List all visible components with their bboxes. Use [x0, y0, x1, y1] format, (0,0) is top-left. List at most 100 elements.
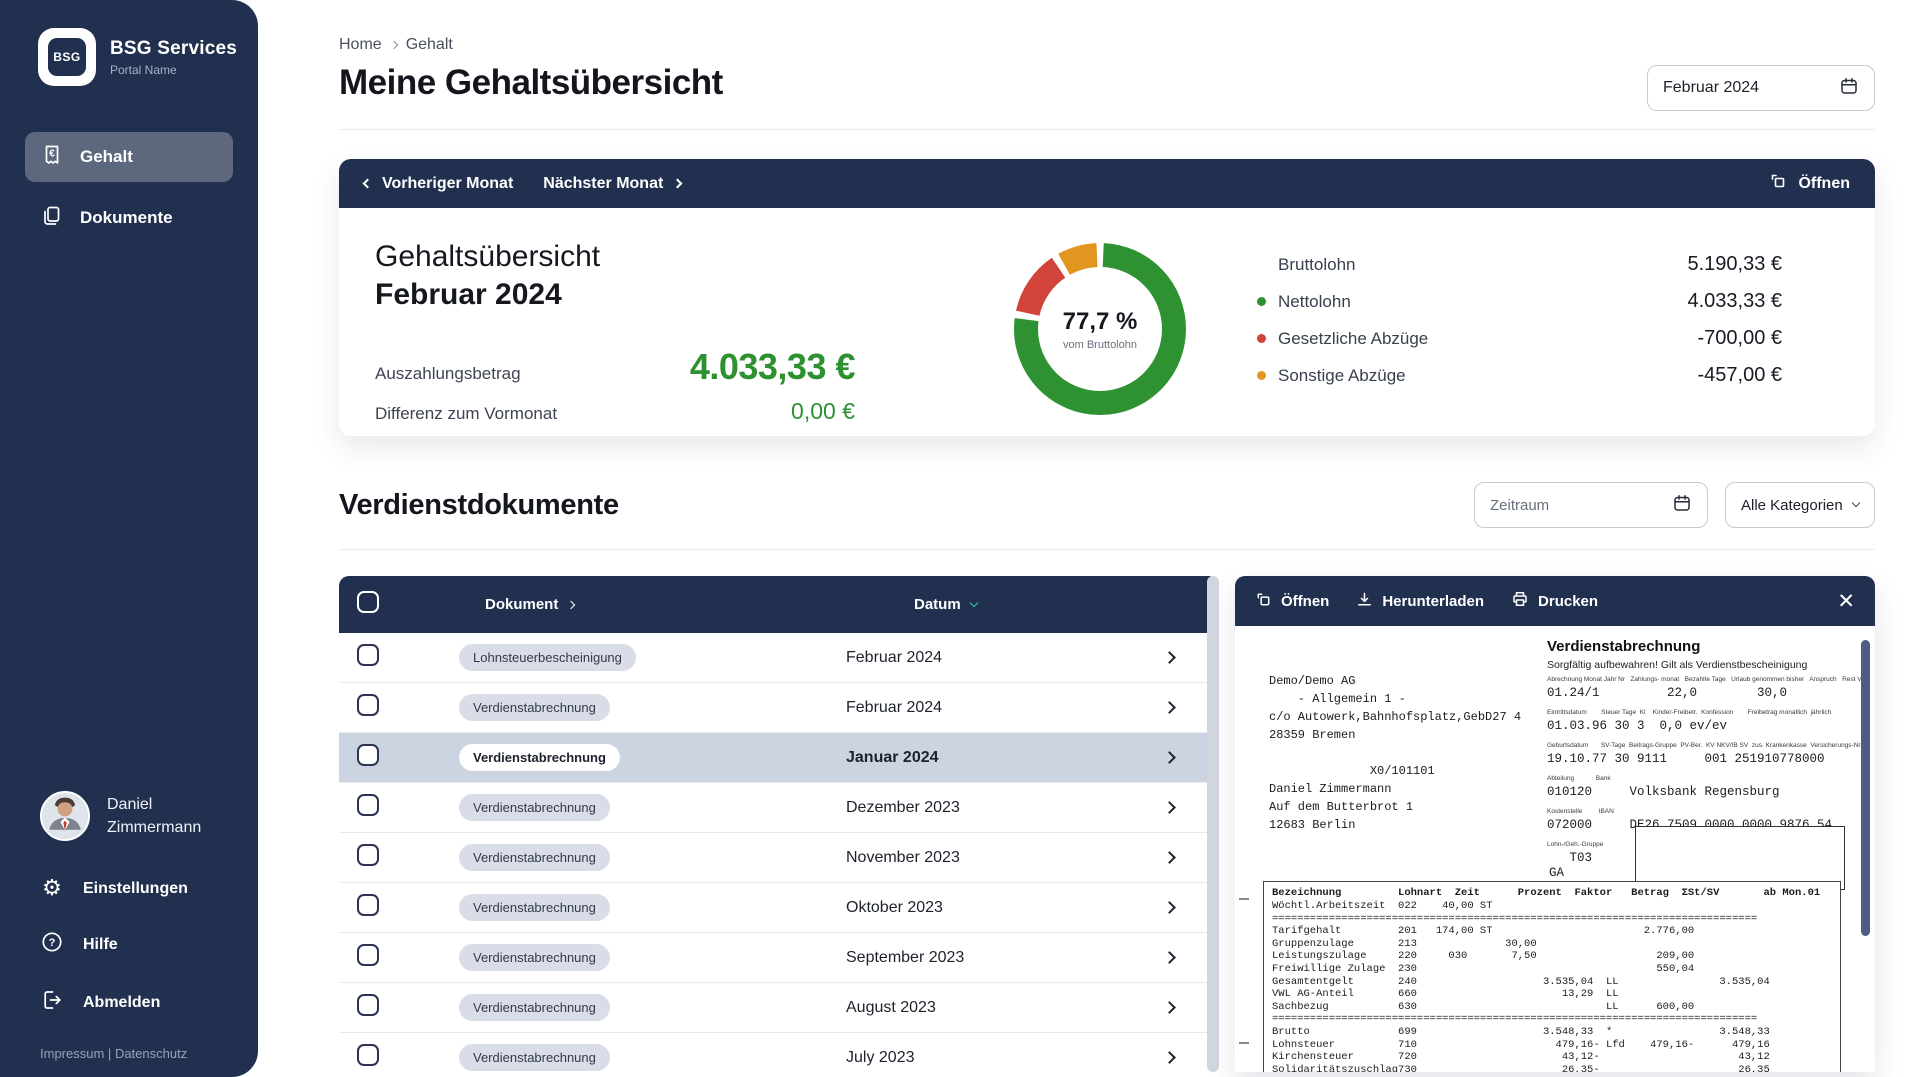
- payslip-address-block: Demo/Demo AG - Allgemein 1 -c/o Autowerk…: [1269, 672, 1521, 834]
- legend-row: Gesetzliche Abzüge -700,00 €: [1257, 320, 1782, 357]
- sidebar-item-abmelden[interactable]: Abmelden: [40, 988, 238, 1017]
- chevron-down-icon: [1852, 499, 1860, 507]
- document-date: Februar 2024: [794, 649, 1131, 667]
- chevron-right-icon: [1163, 651, 1176, 664]
- brand: BSG BSG Services Portal Name: [0, 0, 258, 86]
- sidebar-item-dokumente[interactable]: Dokumente: [25, 193, 233, 243]
- row-checkbox[interactable]: [357, 894, 379, 916]
- print-button[interactable]: Drucken: [1511, 590, 1598, 612]
- download-icon: [1356, 591, 1373, 612]
- documents-icon: [40, 204, 64, 233]
- document-type-badge: Verdienstabrechnung: [459, 694, 610, 721]
- payslip-info-row: Abrechnung Monat Jahr Nr Zahlungs- monat…: [1547, 676, 1863, 701]
- legend-row: Bruttolohn 5.190,33 €: [1257, 246, 1782, 283]
- open-document-button[interactable]: Öffnen: [1255, 591, 1329, 612]
- payslip-preview: Verdienstabrechnung Sorgfältig aufbewahr…: [1235, 626, 1875, 1072]
- table-row[interactable]: Verdienstabrechnung July 2023: [339, 1033, 1219, 1072]
- preview-scrollbar[interactable]: [1861, 640, 1870, 936]
- table-row[interactable]: Verdienstabrechnung Oktober 2023: [339, 883, 1219, 933]
- document-type-badge: Verdienstabrechnung: [459, 794, 610, 821]
- brand-name: BSG Services: [110, 38, 237, 60]
- table-row[interactable]: Verdienstabrechnung Februar 2024: [339, 683, 1219, 733]
- fold-mark: [1239, 1042, 1249, 1044]
- user-name: Daniel Zimmermann: [107, 793, 201, 839]
- document-type-badge: Verdienstabrechnung: [459, 744, 620, 771]
- payslip-title: Verdienstabrechnung: [1547, 638, 1700, 655]
- receipt-euro-icon: €: [40, 143, 64, 172]
- row-checkbox[interactable]: [357, 844, 379, 866]
- row-checkbox[interactable]: [357, 694, 379, 716]
- open-external-icon: [1255, 591, 1272, 612]
- chevron-right-icon: [1163, 951, 1176, 964]
- payslip-table: Bezeichnung Lohnart Zeit Prozent Faktor …: [1263, 881, 1841, 1072]
- download-button[interactable]: Herunterladen: [1356, 591, 1484, 612]
- row-checkbox[interactable]: [357, 944, 379, 966]
- overview-title: Gehaltsübersicht Februar 2024: [375, 238, 855, 314]
- chevron-right-icon: [1163, 1001, 1176, 1014]
- category-filter-dropdown[interactable]: Alle Kategorien: [1725, 482, 1875, 528]
- table-header-row: Dokument Datum: [339, 576, 1219, 633]
- user-profile[interactable]: Daniel Zimmermann: [40, 791, 238, 841]
- payslip-info-row: Abteilung Bank 010120 Volksbank Regensbu…: [1547, 775, 1863, 800]
- document-type-badge: Verdienstabrechnung: [459, 994, 610, 1021]
- next-month-button[interactable]: Nächster Monat: [543, 175, 681, 193]
- document-date: Februar 2024: [794, 699, 1131, 717]
- chevron-right-icon: [389, 41, 397, 49]
- table-row[interactable]: Verdienstabrechnung Januar 2024: [339, 733, 1219, 783]
- brand-subtitle: Portal Name: [110, 63, 237, 77]
- payslip-info-row: Geburtsdatum SV-Tage Beitrags-Gruppe PV-…: [1547, 742, 1863, 767]
- previous-month-button[interactable]: Vorheriger Monat: [364, 175, 513, 193]
- document-date: Januar 2024: [794, 749, 1131, 767]
- sidebar-item-einstellungen[interactable]: ⚙ Einstellungen: [40, 877, 238, 901]
- sidebar-item-label: Dokumente: [80, 208, 173, 228]
- row-checkbox[interactable]: [357, 1044, 379, 1066]
- breadcrumb: Home Gehalt: [339, 36, 1875, 54]
- sidebar-item-gehalt[interactable]: € Gehalt: [25, 132, 233, 182]
- datenschutz-link[interactable]: Datenschutz: [115, 1046, 187, 1061]
- donut-center-sublabel: vom Bruttolohn: [1063, 339, 1137, 351]
- document-date: September 2023: [794, 949, 1131, 967]
- documents-divider: [339, 549, 1875, 550]
- document-date: Dezember 2023: [794, 799, 1131, 817]
- payout-row: Auszahlungsbetrag 4.033,33 €: [375, 346, 855, 388]
- table-row[interactable]: Verdienstabrechnung September 2023: [339, 933, 1219, 983]
- bsg-logo: BSG: [38, 28, 96, 86]
- help-icon: ?: [40, 930, 64, 959]
- row-checkbox[interactable]: [357, 994, 379, 1016]
- chevron-right-icon: [1163, 1051, 1176, 1064]
- month-picker-value: Februar 2024: [1663, 79, 1759, 97]
- open-external-icon: [1769, 172, 1787, 195]
- sidebar-item-hilfe[interactable]: ? Hilfe: [40, 930, 238, 959]
- close-icon[interactable]: ✕: [1837, 591, 1855, 612]
- select-all-checkbox[interactable]: [357, 591, 379, 613]
- impressum-link[interactable]: Impressum: [40, 1046, 104, 1061]
- payslip-ga-label: GA: [1549, 866, 1564, 880]
- payout-amount: 4.033,33 €: [690, 346, 855, 388]
- row-checkbox[interactable]: [357, 794, 379, 816]
- row-checkbox[interactable]: [357, 744, 379, 766]
- calendar-icon: [1672, 493, 1692, 517]
- document-date: August 2023: [794, 999, 1131, 1017]
- column-header-datum[interactable]: Datum: [794, 596, 1131, 613]
- zeitraum-date-filter[interactable]: Zeitraum: [1474, 482, 1708, 528]
- legend-row: Sonstige Abzüge -457,00 €: [1257, 357, 1782, 394]
- table-row[interactable]: Verdienstabrechnung August 2023: [339, 983, 1219, 1033]
- table-scrollbar[interactable]: [1207, 576, 1219, 1072]
- document-type-badge: Verdienstabrechnung: [459, 1044, 610, 1071]
- chart-legend: Bruttolohn 5.190,33 € Nettolohn 4.033,33…: [1257, 234, 1782, 406]
- document-date: Oktober 2023: [794, 899, 1131, 917]
- row-checkbox[interactable]: [357, 644, 379, 666]
- logout-icon: [40, 988, 64, 1017]
- month-picker[interactable]: Februar 2024: [1647, 65, 1875, 111]
- table-row[interactable]: Verdienstabrechnung Dezember 2023: [339, 783, 1219, 833]
- open-overview-button[interactable]: Öffnen: [1769, 172, 1850, 195]
- column-header-dokument[interactable]: Dokument: [409, 596, 794, 613]
- table-row[interactable]: Lohnsteuerbescheinigung Februar 2024: [339, 633, 1219, 683]
- breadcrumb-home[interactable]: Home: [339, 36, 382, 54]
- payslip-subtitle: Sorgfältig aufbewahren! Gilt als Verdien…: [1547, 659, 1807, 671]
- table-row[interactable]: Verdienstabrechnung November 2023: [339, 833, 1219, 883]
- documents-table: Dokument Datum Lohnsteuerbescheinigung F…: [339, 576, 1219, 1072]
- sort-desc-icon: [969, 598, 977, 606]
- payslip-table-header: Bezeichnung Lohnart Zeit Prozent Faktor …: [1272, 886, 1832, 900]
- svg-text:€: €: [49, 148, 55, 159]
